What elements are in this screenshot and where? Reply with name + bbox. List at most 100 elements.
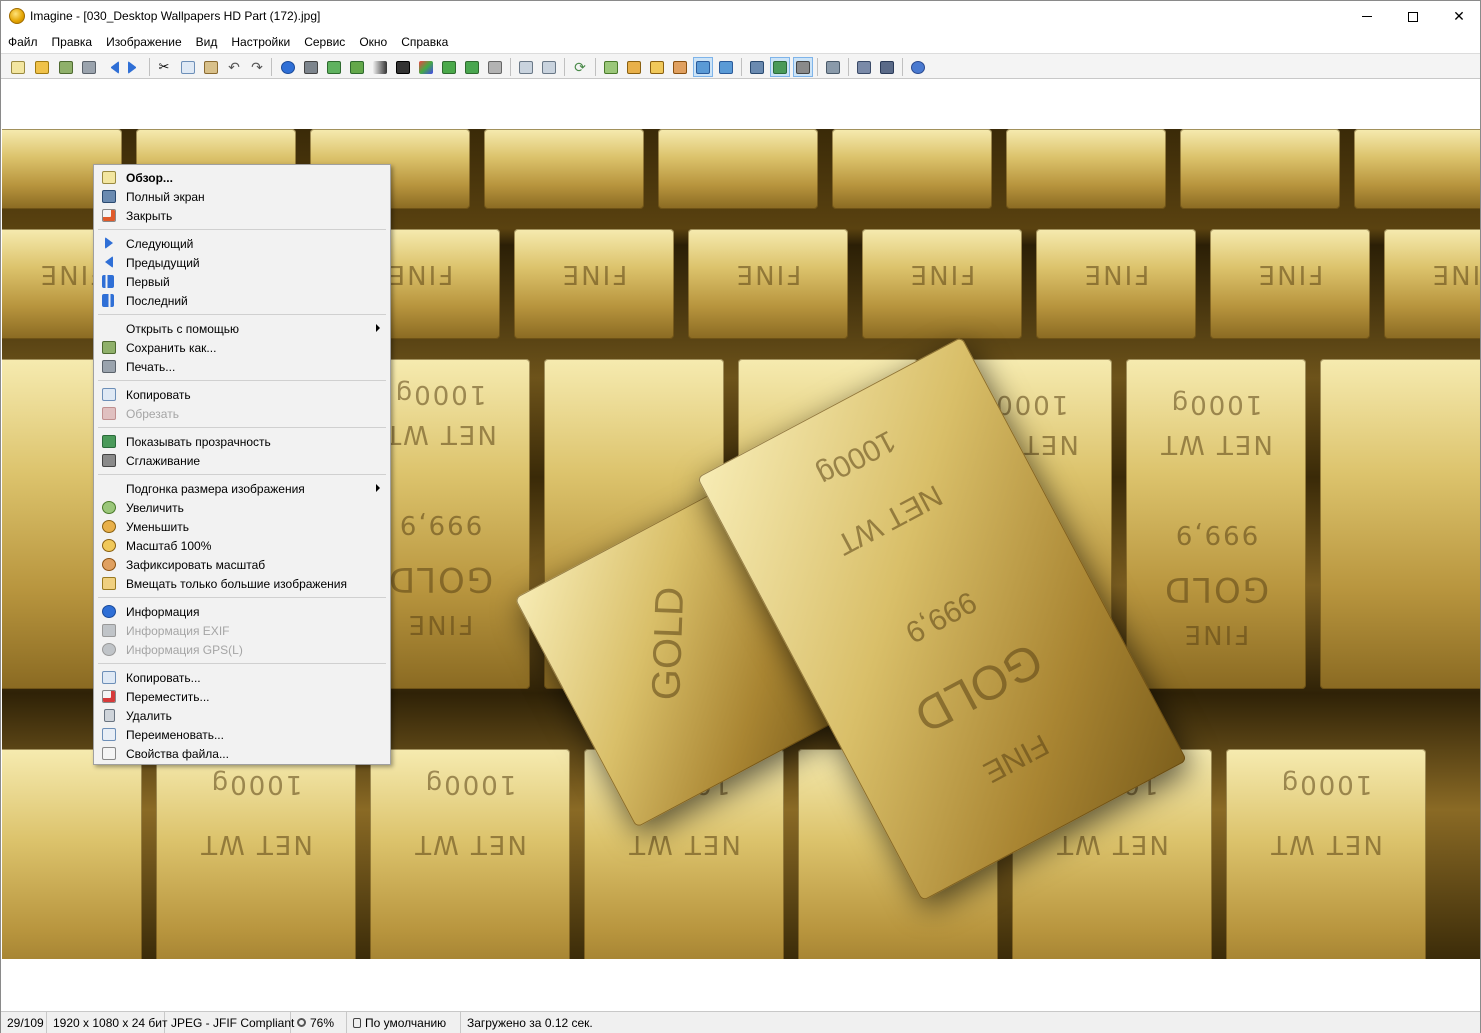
print-preview-icon[interactable] — [347, 57, 367, 77]
menu-item-zoom-100[interactable]: Масштаб 100% — [96, 536, 388, 555]
menu-item-last[interactable]: Последний — [96, 291, 388, 310]
smooth-icon — [102, 454, 116, 467]
help-icon[interactable] — [908, 57, 928, 77]
menu-item-close[interactable]: Закрыть — [96, 206, 388, 225]
copy-icon[interactable] — [178, 57, 198, 77]
menu-item-previous[interactable]: Предыдущий — [96, 253, 388, 272]
menu-tools[interactable]: Сервис — [297, 32, 352, 52]
menu-item-rename[interactable]: Переименовать... — [96, 725, 388, 744]
fit-icon[interactable] — [670, 57, 690, 77]
menu-item-file-properties[interactable]: Свойства файла... — [96, 744, 388, 763]
menu-item-fit-image[interactable]: Подгонка размера изображения — [96, 479, 388, 498]
smooth-icon[interactable] — [793, 57, 813, 77]
menu-help[interactable]: Справка — [394, 32, 455, 52]
menu-item-fullscreen[interactable]: Полный экран — [96, 187, 388, 206]
menu-item-zoom-out[interactable]: Уменьшить — [96, 517, 388, 536]
menu-item-open-with[interactable]: Открыть с помощью — [96, 319, 388, 338]
menu-item-lock-zoom[interactable]: Зафиксировать масштаб — [96, 555, 388, 574]
rotate-icon[interactable] — [439, 57, 459, 77]
previous-icon[interactable] — [102, 57, 122, 77]
menu-item-smoothing[interactable]: Сглаживание — [96, 451, 388, 470]
copy-icon — [102, 388, 116, 401]
zoom-in-icon[interactable] — [516, 57, 536, 77]
status-zoom-value: 76% — [310, 1015, 335, 1030]
crop-icon[interactable] — [324, 57, 344, 77]
zoom-out-icon[interactable] — [647, 57, 667, 77]
move-file-icon — [102, 690, 116, 703]
menu-separator — [98, 314, 386, 315]
open-icon[interactable] — [32, 57, 52, 77]
menu-item-info[interactable]: Информация — [96, 602, 388, 621]
print-icon — [102, 360, 116, 373]
fit-large-icon — [102, 577, 116, 590]
save-icon[interactable] — [56, 57, 76, 77]
menu-separator — [98, 663, 386, 664]
cut-icon[interactable]: ✂ — [154, 57, 174, 77]
monitor-icon — [102, 190, 116, 203]
maximize-button[interactable] — [1390, 1, 1436, 32]
gps-icon — [102, 643, 116, 656]
delete-icon — [104, 709, 115, 722]
menu-item-copy[interactable]: Копировать — [96, 385, 388, 404]
menu-item-fit-large-only[interactable]: Вмещать только большие изображения — [96, 574, 388, 593]
print-icon[interactable] — [79, 57, 99, 77]
refresh-icon[interactable]: ⟳ — [570, 57, 590, 77]
menu-item-browse[interactable]: Обзор... — [96, 168, 388, 187]
fullscreen-icon[interactable] — [747, 57, 767, 77]
menu-item-print[interactable]: Печать... — [96, 357, 388, 376]
menu-separator — [98, 474, 386, 475]
status-dimensions: 1920 x 1080 x 24 бит — [47, 1011, 167, 1033]
toolbar-separator — [510, 58, 511, 76]
status-profile: По умолчанию — [347, 1011, 461, 1033]
submenu-arrow-icon — [376, 324, 380, 332]
menu-window[interactable]: Окно — [352, 32, 394, 52]
menu-item-first[interactable]: Первый — [96, 272, 388, 291]
menu-item-exif: Информация EXIF — [96, 621, 388, 640]
transparency-icon — [102, 435, 116, 448]
fit-active-icon[interactable] — [693, 57, 713, 77]
menu-item-save-as[interactable]: Сохранить как... — [96, 338, 388, 357]
minimize-button[interactable] — [1344, 1, 1390, 32]
screen-capture-icon[interactable] — [854, 57, 874, 77]
undo-icon[interactable]: ↶ — [224, 57, 244, 77]
exif-icon[interactable] — [301, 57, 321, 77]
menu-item-move-file[interactable]: Переместить... — [96, 687, 388, 706]
menu-separator — [98, 427, 386, 428]
menu-edit[interactable]: Правка — [45, 32, 100, 52]
redo-icon[interactable]: ↷ — [247, 57, 267, 77]
batch-icon[interactable] — [877, 57, 897, 77]
fit-large-icon[interactable] — [716, 57, 736, 77]
zoom-tool-icon[interactable] — [601, 57, 621, 77]
menu-item-show-transparency[interactable]: Показывать прозрачность — [96, 432, 388, 451]
menu-item-zoom-in[interactable]: Увеличить — [96, 498, 388, 517]
zoom-in-icon[interactable] — [624, 57, 644, 77]
close-icon: ✕ — [1453, 8, 1465, 25]
grayscale-icon[interactable] — [370, 57, 390, 77]
close-button[interactable]: ✕ — [1436, 1, 1481, 32]
effects-icon[interactable] — [416, 57, 436, 77]
menu-settings[interactable]: Настройки — [224, 32, 297, 52]
title-bar[interactable]: Imagine - [030_Desktop Wallpapers HD Par… — [1, 1, 1480, 32]
menu-view[interactable]: Вид — [189, 32, 225, 52]
negative-icon[interactable] — [393, 57, 413, 77]
browse-icon[interactable] — [8, 57, 28, 77]
menu-file[interactable]: Файл — [1, 32, 45, 52]
status-profile-label: По умолчанию — [365, 1015, 447, 1030]
toolbar: ✂ ↶ ↷ ⟳ — [1, 53, 1480, 79]
flip-icon[interactable] — [462, 57, 482, 77]
zoom-out-icon[interactable] — [539, 57, 559, 77]
paste-icon[interactable] — [201, 57, 221, 77]
close-doc-icon — [102, 209, 116, 222]
wand-icon[interactable] — [485, 57, 505, 77]
settings-icon[interactable] — [823, 57, 843, 77]
minimize-icon — [1362, 16, 1372, 17]
menu-image[interactable]: Изображение — [99, 32, 189, 52]
menu-item-delete[interactable]: Удалить — [96, 706, 388, 725]
menu-separator — [98, 229, 386, 230]
slideshow-icon[interactable] — [770, 57, 790, 77]
status-load-time: Загружено за 0.12 сек. — [467, 1015, 593, 1030]
menu-item-next[interactable]: Следующий — [96, 234, 388, 253]
menu-item-copy-file[interactable]: Копировать... — [96, 668, 388, 687]
info-icon[interactable] — [278, 57, 298, 77]
next-icon[interactable] — [125, 57, 145, 77]
